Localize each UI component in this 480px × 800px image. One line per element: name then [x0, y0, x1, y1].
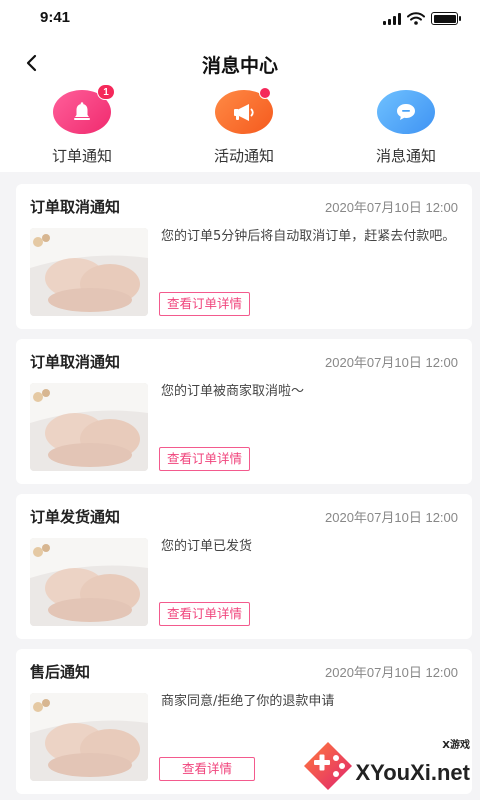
message-time: 2020年07月10日 12:00: [325, 200, 458, 215]
new-activity-dot: [259, 87, 271, 99]
product-thumbnail: [30, 693, 148, 781]
page-title: 消息中心: [201, 55, 278, 77]
message-card[interactable]: 订单取消通知 2020年07月10日 12:00 您的订单5分钟后将自动取消订单…: [16, 184, 472, 329]
view-order-details-button[interactable]: 查看订单详情: [159, 447, 251, 471]
category-order-notice[interactable]: 1 订单通知: [40, 84, 124, 166]
status-icons: [383, 12, 461, 25]
view-details-button[interactable]: 查看详情: [159, 757, 256, 781]
message-list: 订单取消通知 2020年07月10日 12:00 您的订单5分钟后将自动取消订单…: [0, 172, 480, 794]
message-title: 订单取消通知: [30, 353, 121, 371]
category-label: 消息通知: [375, 147, 436, 165]
megaphone-icon: [215, 87, 273, 134]
header-area: 9:41 消息中心 1 订单通知 活动通知 消息通知: [0, 0, 480, 172]
product-thumbnail: [30, 383, 148, 471]
category-tabs: 1 订单通知 活动通知 消息通知: [0, 84, 480, 166]
gamepad-logo-icon: [304, 742, 352, 790]
message-text: 您的订单已发货: [161, 539, 253, 554]
chat-bubble-icon: [377, 90, 435, 134]
message-text: 您的订单被商家取消啦～: [161, 384, 305, 399]
category-message-notice[interactable]: 消息通知: [364, 90, 448, 166]
message-text: 商家同意/拒绝了你的退款申请: [161, 694, 335, 709]
message-card[interactable]: 订单取消通知 2020年07月10日 12:00 您的订单被商家取消啦～ 查看订…: [16, 339, 472, 484]
category-label: 订单通知: [51, 147, 112, 165]
unread-count-badge: 1: [97, 84, 115, 100]
status-bar: 9:41: [0, 0, 480, 38]
view-order-details-button[interactable]: 查看订单详情: [159, 292, 251, 316]
message-text: 您的订单5分钟后将自动取消订单，赶紧去付款吧。: [161, 229, 456, 244]
message-title: 售后通知: [30, 663, 91, 681]
product-thumbnail: [30, 538, 148, 626]
message-title: 订单取消通知: [30, 198, 121, 216]
watermark-small-text: X游戏: [442, 740, 470, 751]
site-watermark: X游戏 XYouXi.net: [302, 734, 472, 792]
product-thumbnail: [30, 228, 148, 316]
category-label: 活动通知: [213, 147, 274, 165]
battery-icon: [431, 12, 461, 25]
view-order-details-button[interactable]: 查看订单详情: [159, 602, 251, 626]
category-activity-notice[interactable]: 活动通知: [202, 87, 286, 166]
wifi-icon: [407, 12, 425, 25]
message-card[interactable]: 订单发货通知 2020年07月10日 12:00 您的订单已发货 查看订单详情: [16, 494, 472, 639]
message-time: 2020年07月10日 12:00: [325, 665, 458, 680]
status-time: 9:41: [40, 9, 71, 26]
signal-icon: [383, 12, 401, 25]
watermark-site-name: XYouXi.net: [355, 760, 471, 785]
message-title: 订单发货通知: [30, 508, 121, 526]
bell-icon: 1: [53, 84, 115, 134]
message-time: 2020年07月10日 12:00: [325, 510, 458, 525]
message-time: 2020年07月10日 12:00: [325, 355, 458, 370]
nav-bar: 消息中心: [0, 38, 480, 90]
